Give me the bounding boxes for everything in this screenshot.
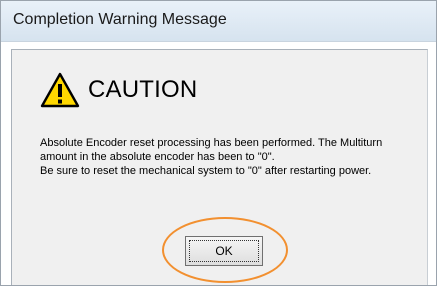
message-paragraph-1: Absolute Encoder reset processing has be…: [40, 137, 383, 163]
dialog-content: CAUTION Absolute Encoder reset processin…: [11, 49, 428, 285]
message-body: Absolute Encoder reset processing has be…: [40, 136, 400, 178]
window-title: Completion Warning Message: [13, 11, 227, 28]
caution-header: CAUTION: [40, 70, 197, 110]
completion-warning-dialog: Completion Warning Message CAUTION Absol…: [0, 0, 437, 286]
caution-heading: CAUTION: [88, 76, 198, 103]
ok-button[interactable]: OK: [185, 236, 263, 266]
title-bar: Completion Warning Message: [1, 1, 436, 42]
warning-triangle-icon: [40, 72, 80, 108]
message-paragraph-2: Be sure to reset the mechanical system t…: [40, 165, 372, 177]
